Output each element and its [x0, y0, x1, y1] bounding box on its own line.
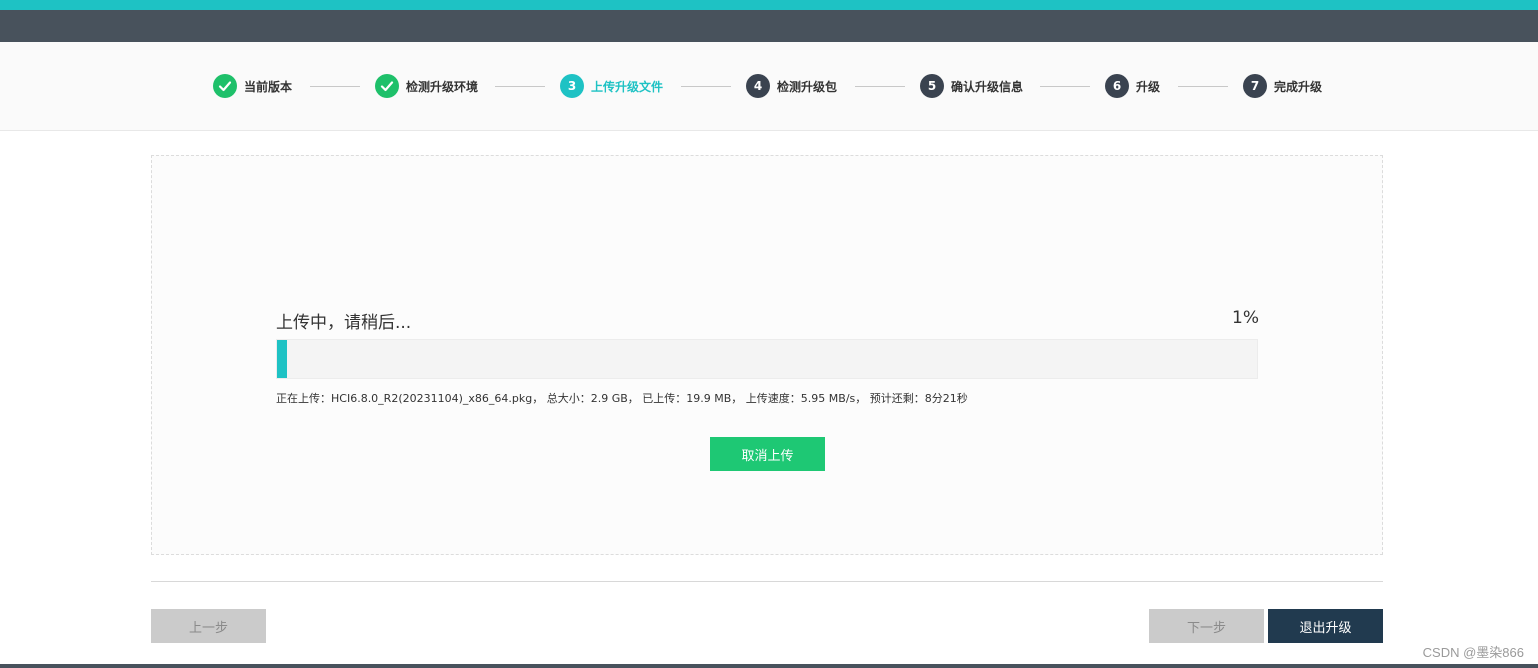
- upload-progress-fill: [277, 340, 287, 378]
- step-connector: [681, 86, 731, 87]
- cancel-upload-button[interactable]: 取消上传: [710, 437, 825, 471]
- step-label: 完成升级: [1274, 79, 1323, 94]
- header-bar: [0, 10, 1538, 42]
- upload-panel: 上传中，请稍后... 1% 正在上传：HCI6.8.0_R2(20231104)…: [151, 155, 1383, 555]
- upload-percent: 1%: [1232, 308, 1259, 328]
- upload-status-text: 上传中，请稍后...: [276, 313, 412, 333]
- step-connector: [495, 86, 545, 87]
- step-connector: [1040, 86, 1090, 87]
- bottom-edge: [0, 664, 1538, 668]
- step-connector: [1178, 86, 1228, 87]
- step-label: 检测升级环境: [406, 79, 479, 94]
- step-label: 上传升级文件: [591, 79, 664, 94]
- step-number: 5: [920, 74, 944, 98]
- step-progress-bar: 当前版本 检测升级环境 3 上传升级文件 4 检测升级包 5 确认升级信息 6 …: [0, 42, 1538, 131]
- step-label: 当前版本: [244, 79, 293, 94]
- watermark: CSDN @墨染866: [1422, 645, 1524, 660]
- step-current-version: 当前版本: [213, 74, 292, 98]
- top-accent-bar: [0, 0, 1538, 10]
- next-step-button[interactable]: 下一步: [1149, 609, 1264, 643]
- step-connector: [310, 86, 360, 87]
- step-connector: [855, 86, 905, 87]
- check-icon: [375, 74, 399, 98]
- step-complete: 7 完成升级: [1243, 74, 1322, 98]
- step-label: 确认升级信息: [951, 79, 1024, 94]
- step-check-environment: 检测升级环境: [375, 74, 478, 98]
- step-upgrade: 6 升级: [1105, 74, 1160, 98]
- check-icon: [213, 74, 237, 98]
- footer-divider: [151, 581, 1383, 582]
- step-number: 3: [560, 74, 584, 98]
- upload-progress-bar: [276, 339, 1258, 379]
- step-number: 4: [746, 74, 770, 98]
- previous-step-button[interactable]: 上一步: [151, 609, 266, 643]
- step-label: 检测升级包: [777, 79, 838, 94]
- step-upload-file: 3 上传升级文件: [560, 74, 663, 98]
- step-confirm-info: 5 确认升级信息: [920, 74, 1023, 98]
- upload-details: 正在上传：HCI6.8.0_R2(20231104)_x86_64.pkg， 总…: [276, 392, 968, 405]
- step-number: 7: [1243, 74, 1267, 98]
- step-label: 升级: [1136, 79, 1161, 94]
- exit-upgrade-button[interactable]: 退出升级: [1268, 609, 1383, 643]
- step-number: 6: [1105, 74, 1129, 98]
- step-check-package: 4 检测升级包: [746, 74, 837, 98]
